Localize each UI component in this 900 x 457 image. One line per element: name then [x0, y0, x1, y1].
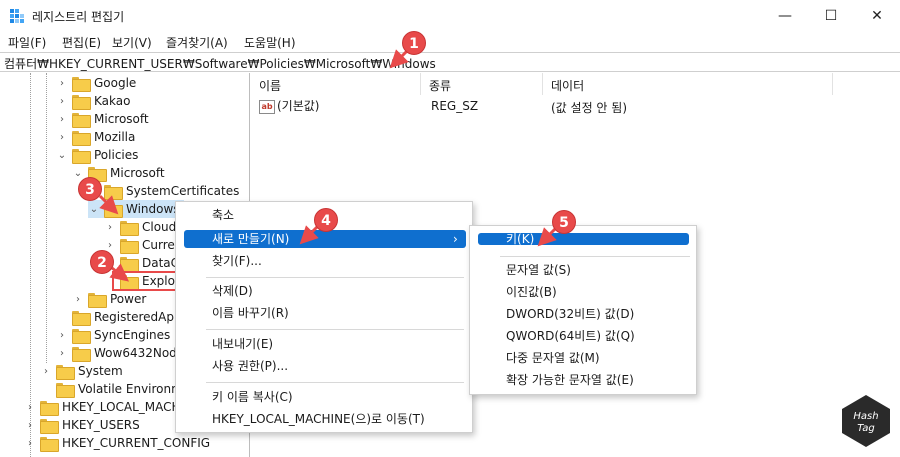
step-badge-4: 4	[314, 208, 338, 232]
annotation-arrows	[98, 48, 558, 282]
step-badge-3: 3	[78, 177, 102, 201]
logo-text-tag: Tag	[857, 423, 875, 434]
logo-text-hash: Hash	[853, 411, 878, 422]
arrow-2	[109, 263, 130, 282]
hashtag-logo: Hash Tag	[842, 395, 890, 447]
step-badge-2: 2	[90, 250, 114, 274]
step-badge-5: 5	[552, 210, 576, 234]
step-badge-1: 1	[402, 31, 426, 55]
arrow-3	[98, 194, 119, 215]
